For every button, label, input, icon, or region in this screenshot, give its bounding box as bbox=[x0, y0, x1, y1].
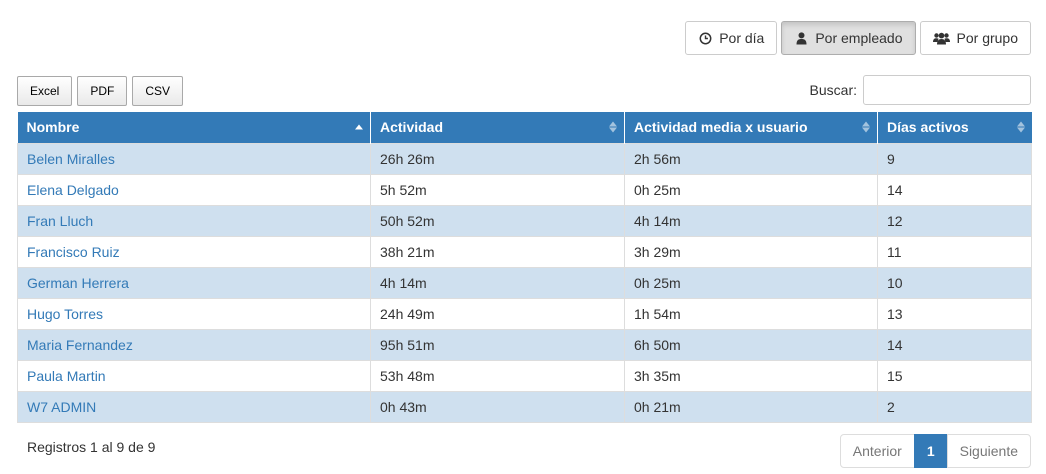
cell-active-days: 13 bbox=[877, 297, 1032, 329]
search-label: Buscar: bbox=[809, 82, 857, 98]
search-input[interactable] bbox=[863, 75, 1031, 105]
header-actividad-media[interactable]: Actividad media x usuario bbox=[624, 112, 878, 143]
export-buttons: Excel PDF CSV bbox=[17, 76, 184, 106]
search-box: Buscar: bbox=[810, 75, 1031, 105]
by-day-label: Por día bbox=[719, 30, 765, 46]
cell-active-days: 14 bbox=[877, 173, 1032, 205]
cell-name: Fran Lluch bbox=[17, 204, 371, 236]
cell-active-days: 14 bbox=[877, 328, 1032, 360]
header-label: Días activos bbox=[887, 119, 969, 136]
header-dias-activos[interactable]: Días activos bbox=[877, 112, 1032, 143]
by-employee-label: Por empleado bbox=[815, 30, 903, 46]
sort-icon bbox=[862, 121, 870, 133]
employee-link[interactable]: German Herrera bbox=[27, 275, 129, 291]
table-row: Elena Delgado 5h 52m 0h 25m 14 bbox=[17, 173, 1032, 205]
users-icon bbox=[932, 31, 950, 45]
cell-avg-activity: 6h 50m bbox=[624, 328, 878, 360]
cell-avg-activity: 1h 54m bbox=[624, 297, 878, 329]
by-day-button[interactable]: Por día bbox=[685, 21, 778, 55]
cell-name: Hugo Torres bbox=[17, 297, 371, 329]
header-label: Actividad media x usuario bbox=[634, 119, 808, 136]
cell-activity: 5h 52m bbox=[370, 173, 625, 205]
cell-active-days: 15 bbox=[877, 359, 1032, 391]
cell-avg-activity: 2h 56m bbox=[624, 142, 878, 174]
employee-link[interactable]: Maria Fernandez bbox=[27, 337, 133, 353]
header-label: Actividad bbox=[380, 119, 444, 136]
cell-active-days: 10 bbox=[877, 266, 1032, 298]
by-group-label: Por grupo bbox=[956, 30, 1018, 46]
pagination: Anterior 1 Siguiente bbox=[839, 434, 1031, 468]
table-row: Francisco Ruiz 38h 21m 3h 29m 11 bbox=[17, 235, 1032, 267]
table-header-row: Nombre Actividad Actividad media x usuar… bbox=[17, 112, 1032, 143]
user-icon bbox=[794, 31, 808, 45]
header-actividad[interactable]: Actividad bbox=[370, 112, 625, 143]
employee-link[interactable]: W7 ADMIN bbox=[27, 399, 96, 415]
cell-name: Paula Martin bbox=[17, 359, 371, 391]
employee-link[interactable]: Elena Delgado bbox=[27, 182, 119, 198]
cell-activity: 26h 26m bbox=[370, 142, 625, 174]
table-row: Fran Lluch 50h 52m 4h 14m 12 bbox=[17, 204, 1032, 236]
table-row: Belen Miralles 26h 26m 2h 56m 9 bbox=[17, 142, 1032, 174]
records-info: Registros 1 al 9 de 9 bbox=[27, 439, 156, 455]
sort-icon bbox=[609, 121, 617, 133]
by-employee-button[interactable]: Por empleado bbox=[781, 21, 916, 55]
table-row: Hugo Torres 24h 49m 1h 54m 13 bbox=[17, 297, 1032, 329]
cell-avg-activity: 0h 21m bbox=[624, 390, 878, 423]
cell-active-days: 9 bbox=[877, 142, 1032, 174]
table-row: German Herrera 4h 14m 0h 25m 10 bbox=[17, 266, 1032, 298]
employee-link[interactable]: Francisco Ruiz bbox=[27, 244, 120, 260]
table-row: W7 ADMIN 0h 43m 0h 21m 2 bbox=[17, 390, 1032, 423]
cell-avg-activity: 0h 25m bbox=[624, 266, 878, 298]
cell-avg-activity: 0h 25m bbox=[624, 173, 878, 205]
clock-icon bbox=[698, 31, 712, 45]
page-1-button[interactable]: 1 bbox=[913, 434, 948, 468]
table-row: Paula Martin 53h 48m 3h 35m 15 bbox=[17, 359, 1032, 391]
employee-link[interactable]: Paula Martin bbox=[27, 368, 106, 384]
employee-link[interactable]: Fran Lluch bbox=[27, 213, 93, 229]
cell-avg-activity: 4h 14m bbox=[624, 204, 878, 236]
table-row: Maria Fernandez 95h 51m 6h 50m 14 bbox=[17, 328, 1032, 360]
by-group-button[interactable]: Por grupo bbox=[919, 21, 1031, 55]
sort-icon bbox=[1016, 121, 1025, 133]
cell-activity: 38h 21m bbox=[370, 235, 625, 267]
prev-page-button[interactable]: Anterior bbox=[839, 434, 915, 468]
cell-activity: 95h 51m bbox=[370, 328, 625, 360]
cell-avg-activity: 3h 29m bbox=[624, 235, 878, 267]
cell-name: Maria Fernandez bbox=[17, 328, 371, 360]
cell-activity: 50h 52m bbox=[370, 204, 625, 236]
activity-table: Nombre Actividad Actividad media x usuar… bbox=[17, 112, 1032, 423]
cell-name: Belen Miralles bbox=[17, 142, 371, 174]
cell-activity: 0h 43m bbox=[370, 390, 625, 423]
cell-name: Elena Delgado bbox=[17, 173, 371, 205]
cell-activity: 24h 49m bbox=[370, 297, 625, 329]
cell-name: Francisco Ruiz bbox=[17, 235, 371, 267]
cell-avg-activity: 3h 35m bbox=[624, 359, 878, 391]
cell-active-days: 2 bbox=[877, 390, 1032, 423]
cell-activity: 53h 48m bbox=[370, 359, 625, 391]
header-label: Nombre bbox=[26, 119, 80, 136]
cell-active-days: 12 bbox=[877, 204, 1032, 236]
pdf-button[interactable]: PDF bbox=[77, 76, 128, 106]
employee-link[interactable]: Belen Miralles bbox=[27, 151, 115, 167]
header-nombre[interactable]: Nombre bbox=[17, 112, 371, 143]
employee-link[interactable]: Hugo Torres bbox=[27, 306, 103, 322]
excel-button[interactable]: Excel bbox=[17, 76, 73, 106]
cell-activity: 4h 14m bbox=[370, 266, 625, 298]
cell-active-days: 11 bbox=[877, 235, 1032, 267]
cell-name: W7 ADMIN bbox=[17, 390, 371, 423]
cell-name: German Herrera bbox=[17, 266, 371, 298]
next-page-button[interactable]: Siguiente bbox=[946, 434, 1031, 468]
sort-asc-icon bbox=[355, 124, 363, 130]
view-toggle-group: Por día Por empleado Por grupo bbox=[685, 21, 1031, 55]
csv-button[interactable]: CSV bbox=[132, 76, 184, 106]
